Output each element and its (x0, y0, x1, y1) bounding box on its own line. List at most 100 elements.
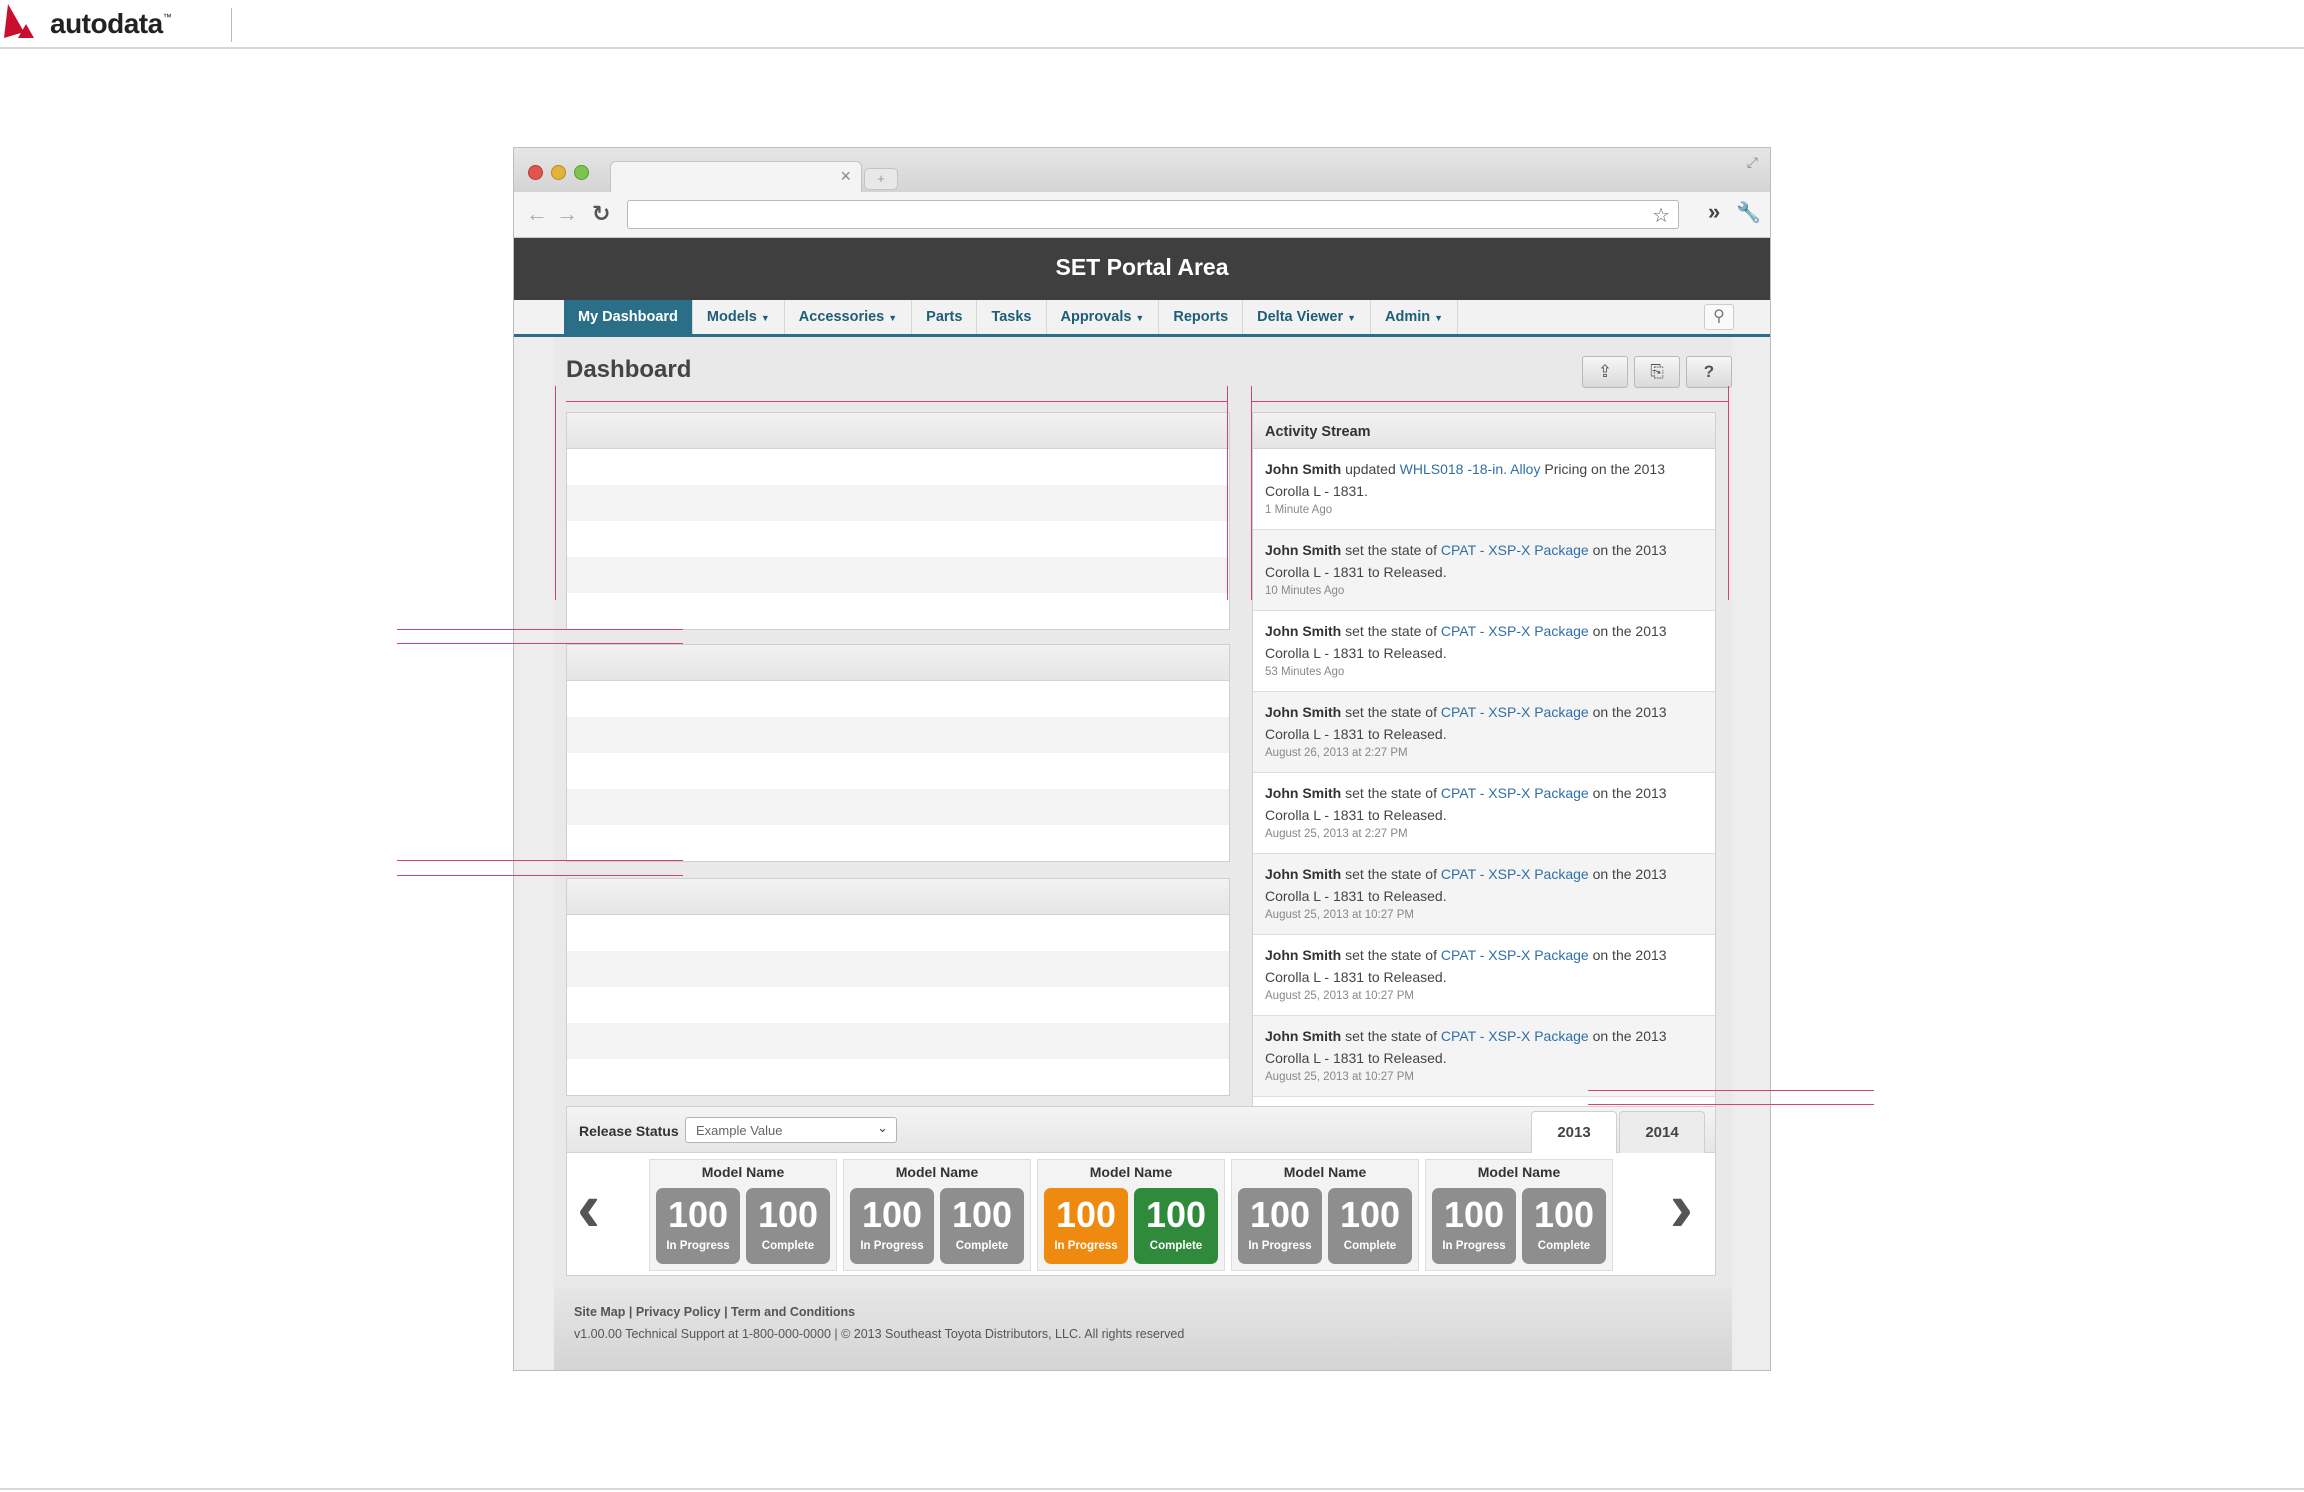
annotation-line (397, 643, 683, 644)
activity-user[interactable]: John Smith (1265, 704, 1341, 720)
activity-link[interactable]: CPAT - XSP-X Package (1441, 866, 1589, 882)
activity-link[interactable]: CPAT - XSP-X Package (1441, 1028, 1589, 1044)
minimize-window-button[interactable] (551, 165, 566, 180)
activity-link[interactable]: CPAT - XSP-X Package (1441, 785, 1589, 801)
model-card[interactable]: Model Name 100 In Progress 100 Complete (843, 1159, 1031, 1271)
export-icon[interactable]: ⎘ (1634, 356, 1680, 388)
browser-tab[interactable]: × (610, 161, 862, 193)
browser-window: × + ⤢ ← → ↻ ☆ » 🔧 SET Portal Area My Das… (513, 147, 1771, 1371)
reload-icon[interactable]: ↻ (592, 201, 610, 227)
forward-arrow-icon[interactable]: → (556, 201, 578, 227)
tab-close-icon[interactable]: × (840, 166, 851, 187)
annotation-line (1227, 386, 1228, 600)
new-tab-button[interactable]: + (864, 168, 898, 190)
activity-user[interactable]: John Smith (1265, 542, 1341, 558)
activity-item: John Smith set the state of CPAT - XSP-X… (1253, 854, 1715, 935)
model-card[interactable]: Model Name 100 In Progress 100 Complete (649, 1159, 837, 1271)
activity-time: August 25, 2013 at 2:27 PM (1265, 828, 1408, 840)
top-divider (0, 47, 2304, 49)
widget-header (567, 413, 1229, 449)
widget-row (567, 593, 1229, 629)
widget-row (567, 789, 1229, 825)
back-arrow-icon[interactable]: ← (526, 201, 548, 227)
activity-item: John Smith set the state of CPAT - XSP-X… (1253, 773, 1715, 854)
model-name: Model Name (701, 1164, 785, 1180)
tab-2014[interactable]: 2014 (1619, 1111, 1705, 1153)
nav-approvals[interactable]: Approvals ▼ (1047, 300, 1160, 334)
model-card[interactable]: Model Name 100 In Progress 100 Complete (1231, 1159, 1419, 1271)
annotation-line (1251, 386, 1252, 600)
widget-row (567, 987, 1229, 1023)
annotation-line (1588, 1090, 1874, 1091)
activity-user[interactable]: John Smith (1265, 623, 1341, 639)
nav-tasks[interactable]: Tasks (977, 300, 1047, 334)
activity-item: John Smith set the state of CPAT - XSP-X… (1253, 611, 1715, 692)
annotation-line (1728, 386, 1729, 600)
activity-link[interactable]: CPAT - XSP-X Package (1441, 947, 1589, 963)
portal-header: SET Portal Area (514, 238, 1770, 300)
widget-row (567, 915, 1229, 951)
model-carousel: Model Name 100 In Progress 100 Complete Mo… (649, 1159, 1613, 1271)
nav-models[interactable]: Models ▼ (693, 300, 785, 334)
activity-link[interactable]: CPAT - XSP-X Package (1441, 623, 1589, 639)
activity-time: 10 Minutes Ago (1265, 585, 1345, 597)
footer-links[interactable]: Site Map | Privacy Policy | Term and Con… (574, 1305, 855, 1319)
widget-row (567, 951, 1229, 987)
share-icon[interactable]: ⇪ (1582, 356, 1628, 388)
nav-my-dashboard[interactable]: My Dashboard (564, 300, 693, 334)
in-progress-stat: 100 In Progress (1044, 1188, 1128, 1264)
activity-user[interactable]: John Smith (1265, 461, 1341, 477)
nav-accessories[interactable]: Accessories ▼ (785, 300, 913, 334)
year-tabs: 2013 2014 (1529, 1111, 1705, 1153)
widget-row (567, 485, 1229, 521)
model-name: Model Name (895, 1164, 979, 1180)
activity-link[interactable]: WHLS018 -18-in. Alloy (1400, 461, 1541, 477)
activity-time: August 25, 2013 at 10:27 PM (1265, 909, 1414, 921)
carousel-next-icon[interactable]: › (1670, 1172, 1693, 1242)
page-actions: ⇪ ⎘ ? (1582, 356, 1732, 388)
close-window-button[interactable] (528, 165, 543, 180)
activity-link[interactable]: CPAT - XSP-X Package (1441, 704, 1589, 720)
activity-time: 53 Minutes Ago (1265, 666, 1345, 678)
extensions-chevron-icon[interactable]: » (1708, 199, 1720, 225)
model-card-active[interactable]: Model Name 100 In Progress 100 Complete (1037, 1159, 1225, 1271)
widget-row (567, 521, 1229, 557)
tab-2013[interactable]: 2013 (1531, 1111, 1617, 1153)
activity-user[interactable]: John Smith (1265, 785, 1341, 801)
activity-user[interactable]: John Smith (1265, 1028, 1341, 1044)
fullscreen-icon[interactable]: ⤢ (1747, 154, 1758, 171)
activity-item: John Smith updated WHLS018 -18-in. Alloy… (1253, 449, 1715, 530)
in-progress-stat: 100 In Progress (850, 1188, 934, 1264)
model-name: Model Name (1283, 1164, 1367, 1180)
nav-parts[interactable]: Parts (912, 300, 978, 334)
activity-item: John Smith set the state of CPAT - XSP-X… (1253, 692, 1715, 773)
activity-time: August 25, 2013 at 10:27 PM (1265, 1071, 1414, 1083)
activity-user[interactable]: John Smith (1265, 866, 1341, 882)
in-progress-stat: 100 In Progress (1238, 1188, 1322, 1264)
nav-delta-viewer[interactable]: Delta Viewer ▼ (1243, 300, 1372, 334)
activity-link[interactable]: CPAT - XSP-X Package (1441, 542, 1589, 558)
annotation-line (555, 386, 556, 600)
address-bar[interactable]: ☆ (627, 200, 1679, 229)
release-status-select[interactable]: Example Value ⌄ (685, 1117, 897, 1143)
chevron-down-icon: ▼ (1135, 313, 1145, 323)
zoom-window-button[interactable] (574, 165, 589, 180)
annotation-line (1588, 1104, 1874, 1105)
model-card[interactable]: Model Name 100 In Progress 100 Complete (1425, 1159, 1613, 1271)
dashboard-widget-2 (566, 644, 1230, 862)
nav-admin[interactable]: Admin ▼ (1371, 300, 1459, 334)
help-icon[interactable]: ? (1686, 356, 1732, 388)
widget-row (567, 825, 1229, 861)
in-progress-stat: 100 In Progress (656, 1188, 740, 1264)
annotation-line (397, 875, 683, 876)
nav-reports[interactable]: Reports (1159, 300, 1244, 334)
widget-header (567, 645, 1229, 681)
wrench-icon[interactable]: 🔧 (1736, 200, 1761, 225)
carousel-prev-icon[interactable]: ‹ (577, 1172, 600, 1242)
model-name: Model Name (1477, 1164, 1561, 1180)
annotation-line (397, 860, 683, 861)
bookmark-star-icon[interactable]: ☆ (1652, 203, 1670, 228)
activity-user[interactable]: John Smith (1265, 947, 1341, 963)
search-icon[interactable]: ⚲ (1704, 304, 1734, 330)
activity-stream-title: Activity Stream (1253, 413, 1715, 449)
